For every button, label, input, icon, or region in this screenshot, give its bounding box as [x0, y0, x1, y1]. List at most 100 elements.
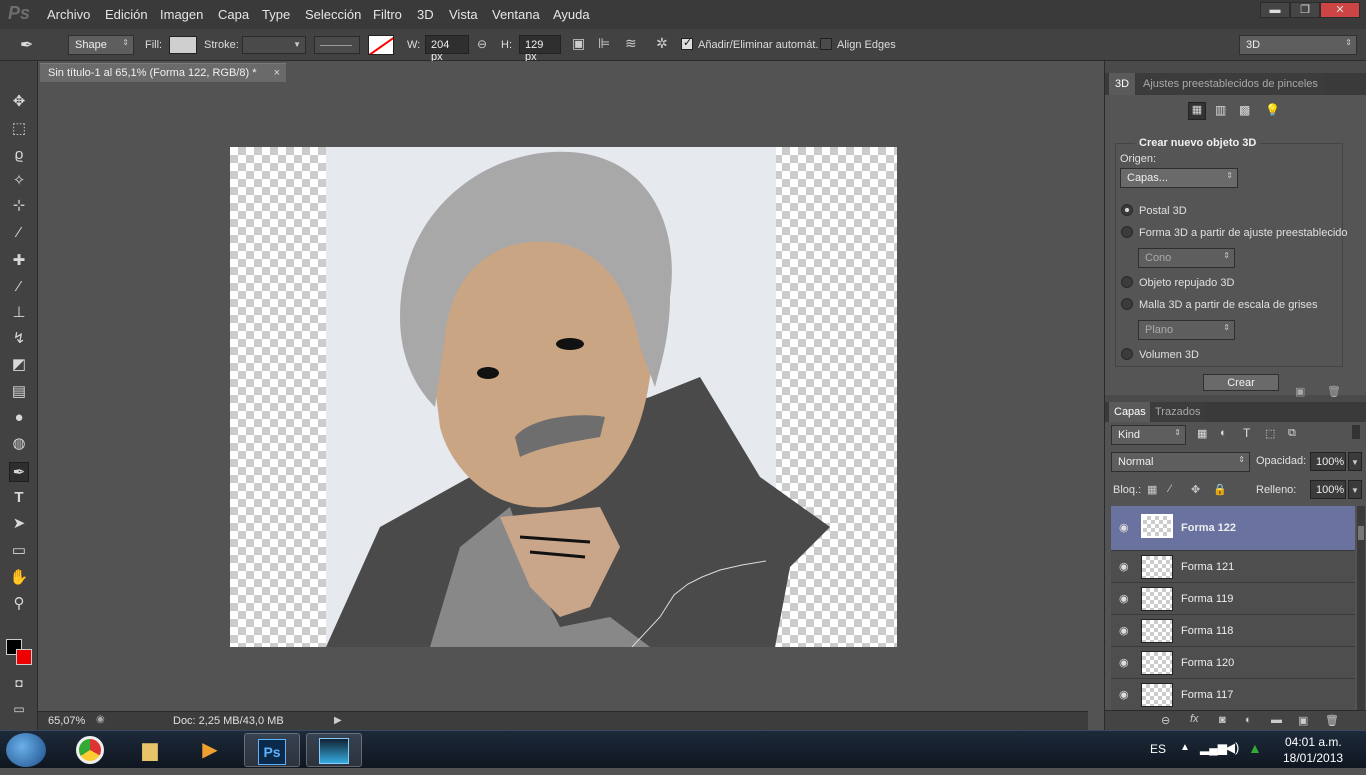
fill-swatch[interactable] [169, 36, 197, 54]
layer-row[interactable]: ◉ Forma 119 [1111, 583, 1355, 615]
path-operations-icon[interactable]: ▣ [572, 35, 585, 52]
width-input[interactable]: 204 px [425, 35, 469, 63]
photoshop-icon[interactable]: Ps [244, 733, 300, 767]
origin-select[interactable]: Capas... ⇕ [1120, 168, 1238, 188]
quick-mask-icon[interactable]: ◘ [9, 673, 29, 693]
folder-icon[interactable]: ▬ [1271, 714, 1282, 726]
zoom-level[interactable]: 65,07% [48, 715, 85, 727]
filter-adjustment-icon[interactable]: ◐ [1220, 427, 1227, 439]
pen-tool-preset-icon[interactable]: ✒ [20, 35, 33, 55]
add-mask-icon[interactable]: ◙ [1219, 714, 1226, 726]
network-icon[interactable]: ▂▄▆ [1200, 741, 1227, 755]
eye-icon[interactable]: ◉ [1119, 688, 1129, 701]
chrome-icon[interactable] [62, 733, 118, 767]
materials-icon[interactable]: ▩ [1239, 103, 1250, 117]
scene-icon[interactable]: ▦ [1188, 102, 1206, 120]
screen-mode-icon[interactable]: ▭ [9, 699, 29, 719]
link-layers-icon[interactable]: ⊖ [1161, 714, 1170, 727]
chevron-down-icon[interactable]: ▼ [1348, 480, 1362, 499]
new-item-icon[interactable]: ▣ [1295, 385, 1305, 398]
menu-filtro[interactable]: Filtro [373, 7, 402, 22]
radio-postal-3d[interactable] [1121, 204, 1133, 216]
eye-icon[interactable]: ◉ [1119, 521, 1129, 534]
layer-name[interactable]: Forma 121 [1181, 561, 1234, 573]
lasso-icon[interactable]: ϱ [9, 145, 29, 165]
lights-icon[interactable]: 💡 [1265, 103, 1280, 117]
filter-shape-icon[interactable]: ⬚ [1265, 427, 1275, 440]
volume-icon[interactable]: ◀) [1225, 740, 1239, 756]
brush-icon[interactable]: ⁄ [9, 277, 29, 297]
layer-row[interactable]: ◉ Forma 118 [1111, 615, 1355, 647]
layer-row[interactable]: ◉ Forma 122 [1111, 506, 1355, 551]
gradient-icon[interactable]: ▤ [9, 382, 29, 402]
preset-plane-select[interactable]: Plano ⇕ [1138, 320, 1235, 340]
eye-icon[interactable]: ◉ [1119, 592, 1129, 605]
fx-icon[interactable]: fx [1190, 713, 1199, 725]
tab-paths[interactable]: Trazados [1150, 402, 1206, 422]
auto-add-delete-checkbox[interactable]: ✓ [681, 37, 693, 50]
windows-start-icon[interactable] [6, 733, 46, 767]
hand-icon[interactable]: ✋ [9, 568, 29, 588]
minimize-button[interactable]: ▬ [1260, 2, 1290, 18]
history-brush-icon[interactable]: ↯ [9, 329, 29, 349]
blend-mode-select[interactable]: Normal ⇕ [1111, 452, 1250, 472]
eye-icon[interactable]: ◉ [1119, 656, 1129, 669]
trash-icon[interactable]: 🗑 [1327, 385, 1341, 398]
tool-mode-select[interactable]: Shape ⇕ [68, 35, 134, 55]
path-select-icon[interactable]: ➤ [9, 514, 29, 534]
radio-grayscale-mesh[interactable] [1121, 298, 1133, 310]
menu-vista[interactable]: Vista [449, 7, 478, 22]
explorer-icon[interactable]: ▆ [122, 733, 178, 767]
menu-archivo[interactable]: Archivo [47, 7, 90, 22]
menu-3d[interactable]: 3D [417, 7, 434, 22]
layer-name[interactable]: Forma 120 [1181, 657, 1234, 669]
lock-position-icon[interactable]: ✥ [1191, 483, 1200, 496]
layer-name[interactable]: Forma 119 [1181, 593, 1233, 605]
layer-name[interactable]: Forma 118 [1181, 625, 1233, 637]
layer-row[interactable]: ◉ Forma 120 [1111, 647, 1355, 679]
clock-time[interactable]: 04:01 a.m. [1285, 735, 1342, 749]
menu-type[interactable]: Type [262, 7, 290, 22]
eyedropper-icon[interactable]: ⁄ [9, 223, 29, 243]
layer-name[interactable]: Forma 122 [1181, 522, 1236, 534]
pen-icon[interactable]: ✒ [9, 462, 29, 482]
status-options-icon[interactable]: ◉ [96, 714, 105, 725]
lock-image-icon[interactable]: ⁄ [1169, 483, 1171, 495]
menu-imagen[interactable]: Imagen [160, 7, 203, 22]
stroke-color-swatch[interactable] [368, 35, 394, 55]
layer-filter-select[interactable]: Kind ⇕ [1111, 425, 1186, 445]
lock-transparent-icon[interactable]: ▦ [1147, 483, 1157, 496]
link-icon[interactable]: ⊖ [477, 37, 487, 51]
lock-all-icon[interactable]: 🔒 [1213, 483, 1227, 496]
drive-icon[interactable]: ▲ [1248, 740, 1262, 756]
crop-icon[interactable]: ⊹ [9, 196, 29, 216]
layer-row[interactable]: ◉ Forma 117 [1111, 679, 1355, 711]
healing-icon[interactable]: ✚ [9, 251, 29, 271]
clock-date[interactable]: 18/01/2013 [1283, 751, 1343, 765]
radio-preset-shape[interactable] [1121, 226, 1133, 238]
gear-icon[interactable]: ✲ [656, 35, 668, 52]
canvas[interactable] [230, 147, 897, 648]
tab-layers[interactable]: Capas [1109, 402, 1151, 422]
workspace-select[interactable]: 3D ⇕ [1239, 35, 1357, 55]
opacity-input[interactable]: 100% [1310, 452, 1346, 471]
restore-button[interactable]: ❐ [1290, 2, 1320, 18]
radio-volume[interactable] [1121, 348, 1133, 360]
adjustment-layer-icon[interactable]: ◐ [1245, 714, 1252, 726]
layer-row[interactable]: ◉ Forma 121 [1111, 551, 1355, 583]
height-input[interactable]: 129 px [519, 35, 561, 63]
tray-arrow-icon[interactable]: ▲ [1180, 742, 1190, 753]
stroke-type-select[interactable] [314, 36, 360, 54]
move-icon[interactable]: ✥ [9, 92, 29, 112]
status-menu-arrow-icon[interactable]: ▶ [334, 715, 342, 726]
type-icon[interactable]: T [9, 488, 29, 508]
media-player-icon[interactable]: ▶ [182, 733, 238, 767]
new-layer-icon[interactable]: ▣ [1298, 714, 1308, 727]
eye-icon[interactable]: ◉ [1119, 560, 1129, 573]
dodge-icon[interactable]: ◍ [9, 434, 29, 454]
filter-toggle[interactable] [1352, 425, 1360, 439]
app-icon[interactable] [306, 733, 362, 767]
marquee-icon[interactable]: ⬚ [9, 119, 29, 139]
eraser-icon[interactable]: ◩ [9, 355, 29, 375]
create-button[interactable]: Crear [1203, 374, 1279, 391]
